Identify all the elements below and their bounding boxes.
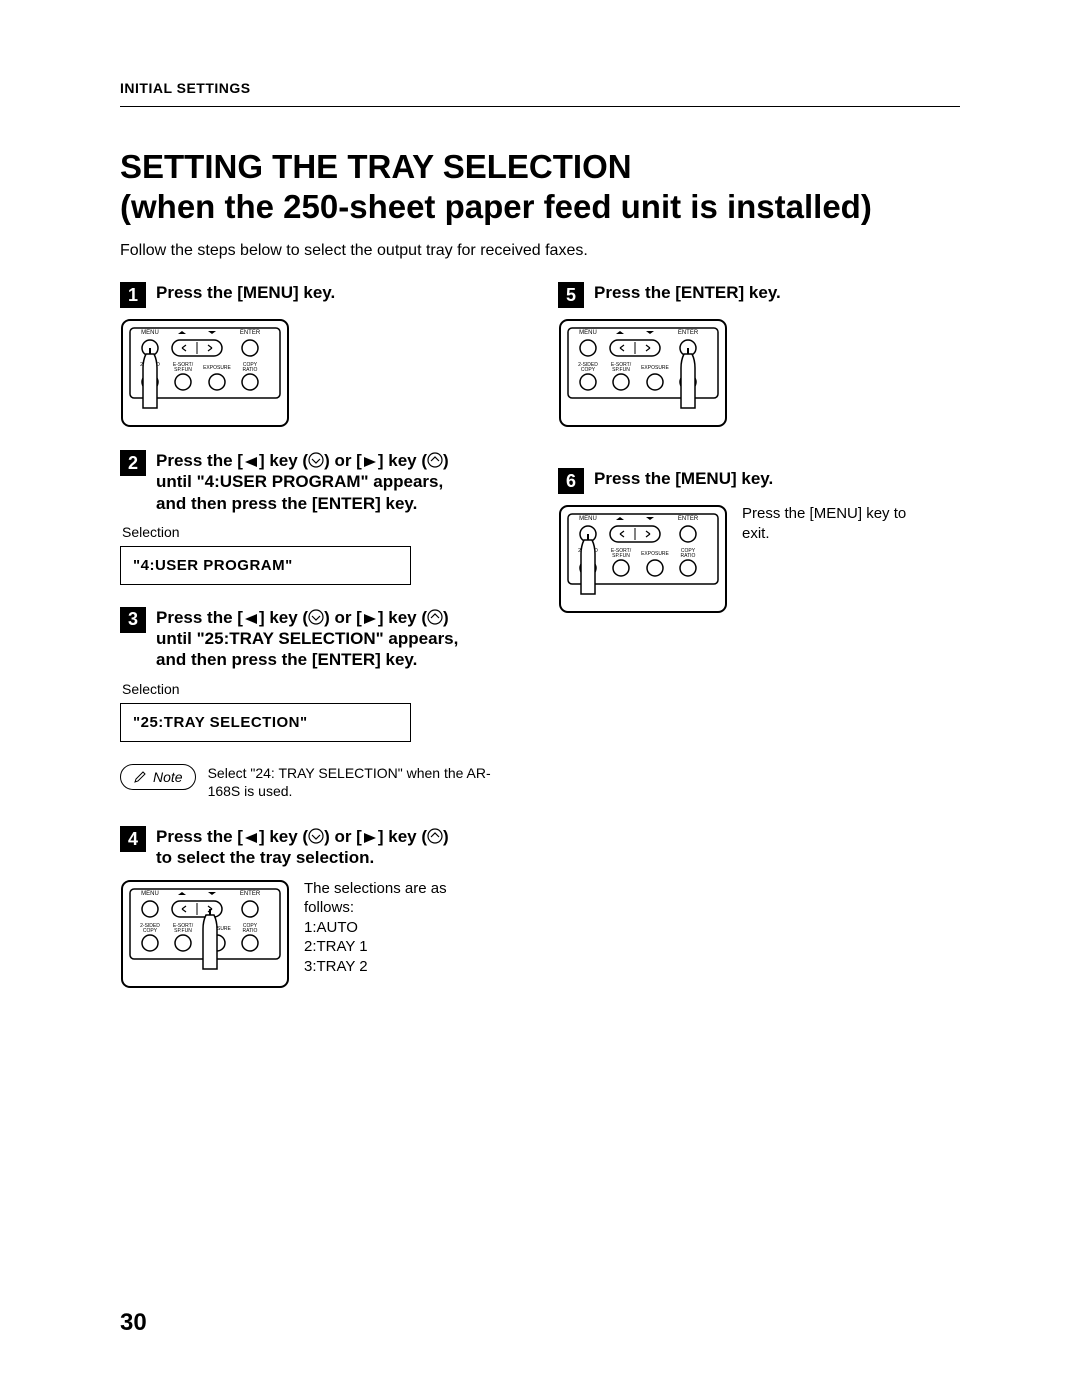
pencil-icon — [133, 770, 147, 784]
step-3: 3 Press the [] key () or [] key () until… — [120, 607, 522, 742]
step-number-badge: 5 — [558, 282, 584, 308]
svg-text:RATIO: RATIO — [243, 928, 258, 934]
step-number-badge: 1 — [120, 282, 146, 308]
step-6: 6 Press the [MENU] key. MENU — [558, 468, 960, 614]
note-pill: Note — [120, 764, 196, 790]
svg-text:SP.FUN: SP.FUN — [174, 367, 192, 373]
svg-text:COPY: COPY — [143, 928, 158, 934]
step-side-text: Press the [MENU] key to exit. — [742, 504, 906, 543]
lcd-display: "25:TRAY SELECTION" — [120, 703, 411, 742]
svg-text:RATIO: RATIO — [243, 367, 258, 373]
up-circle-icon — [427, 609, 443, 625]
down-circle-icon — [308, 828, 324, 844]
step-title: Press the [ENTER] key. — [594, 282, 781, 303]
svg-text:MENU: MENU — [579, 330, 597, 336]
instruction-columns: 1 Press the [MENU] key. MENU — [120, 282, 960, 1010]
title-line-2: (when the 250-sheet paper feed unit is i… — [120, 188, 872, 225]
pointing-hand-icon — [203, 909, 217, 969]
title-line-1: SETTING THE TRAY SELECTION — [120, 148, 632, 185]
step-side-text: The selections are as follows: 1:AUTO 2:… — [304, 879, 447, 977]
step-5: 5 Press the [ENTER] key. MENU — [558, 282, 960, 428]
svg-text:RATIO: RATIO — [681, 553, 696, 559]
pointing-hand-icon — [143, 348, 157, 408]
svg-text:MENU: MENU — [141, 891, 159, 897]
down-circle-icon — [308, 452, 324, 468]
menu-label: MENU — [141, 330, 159, 336]
left-arrow-icon — [243, 613, 259, 625]
enter-label: ENTER — [240, 330, 261, 336]
page-number: 30 — [120, 1309, 147, 1337]
left-arrow-icon — [243, 832, 259, 844]
pointing-hand-icon — [581, 534, 595, 594]
right-arrow-icon — [362, 456, 378, 468]
left-column: 1 Press the [MENU] key. MENU — [120, 282, 522, 1010]
manual-page: INITIAL SETTINGS SETTING THE TRAY SELECT… — [0, 0, 1080, 1397]
up-circle-icon — [427, 452, 443, 468]
step-number-badge: 4 — [120, 826, 146, 852]
step-number-badge: 2 — [120, 450, 146, 476]
note-label: Note — [153, 769, 183, 785]
svg-text:SP.FUN: SP.FUN — [612, 367, 630, 373]
step-number-badge: 6 — [558, 468, 584, 494]
step-title: Press the [MENU] key. — [156, 282, 335, 303]
selection-label: Selection — [122, 524, 522, 540]
step-number-badge: 3 — [120, 607, 146, 633]
down-circle-icon — [308, 609, 324, 625]
step-1: 1 Press the [MENU] key. MENU — [120, 282, 522, 428]
svg-text:COPY: COPY — [581, 367, 596, 373]
svg-text:MENU: MENU — [579, 516, 597, 522]
step-title: Press the [MENU] key. — [594, 468, 773, 489]
svg-text:ENTER: ENTER — [678, 330, 699, 336]
svg-text:EXPOSURE: EXPOSURE — [641, 551, 669, 557]
selection-label: Selection — [122, 681, 522, 697]
header-rule — [120, 106, 960, 107]
intro-text: Follow the steps below to select the out… — [120, 242, 960, 260]
control-panel-illustration: MENU ENTER 2-SIDED COPY E-SORT/ SP.FUN — [120, 318, 290, 428]
svg-text:ENTER: ENTER — [678, 516, 699, 522]
lcd-display: "4:USER PROGRAM" — [120, 546, 411, 585]
svg-text:EXPOSURE: EXPOSURE — [203, 365, 231, 371]
note-block: Note Select "24: TRAY SELECTION" when th… — [120, 764, 522, 800]
control-panel-illustration: MENU ENTER 2-SIDED COPY E-SORT/ SP.FUN E… — [120, 879, 290, 989]
step-title: Press the [] key () or [] key () until "… — [156, 450, 449, 514]
pointing-hand-icon — [681, 348, 695, 408]
section-header: INITIAL SETTINGS — [120, 80, 960, 96]
svg-text:EXPOSURE: EXPOSURE — [641, 365, 669, 371]
control-panel-illustration: MENU ENTER 2-SIDED COPY E-SORT/ SP.FUN E… — [558, 504, 728, 614]
control-panel-illustration: MENU ENTER 2-SIDED COPY E-SORT/ SP.FUN E… — [558, 318, 728, 428]
right-arrow-icon — [362, 613, 378, 625]
svg-text:SP.FUN: SP.FUN — [612, 553, 630, 559]
svg-text:ENTER: ENTER — [240, 891, 261, 897]
step-title: Press the [] key () or [] key () until "… — [156, 607, 458, 671]
step-4: 4 Press the [] key () or [] key () to se… — [120, 826, 522, 989]
note-text: Select "24: TRAY SELECTION" when the AR-… — [208, 764, 522, 800]
step-title: Press the [] key () or [] key () to sele… — [156, 826, 449, 869]
up-circle-icon — [427, 828, 443, 844]
page-title: SETTING THE TRAY SELECTION (when the 250… — [120, 147, 960, 226]
right-column: 5 Press the [ENTER] key. MENU — [558, 282, 960, 1010]
left-arrow-icon — [243, 456, 259, 468]
step-2: 2 Press the [] key () or [] key () until… — [120, 450, 522, 585]
svg-text:SP.FUN: SP.FUN — [174, 928, 192, 934]
right-arrow-icon — [362, 832, 378, 844]
